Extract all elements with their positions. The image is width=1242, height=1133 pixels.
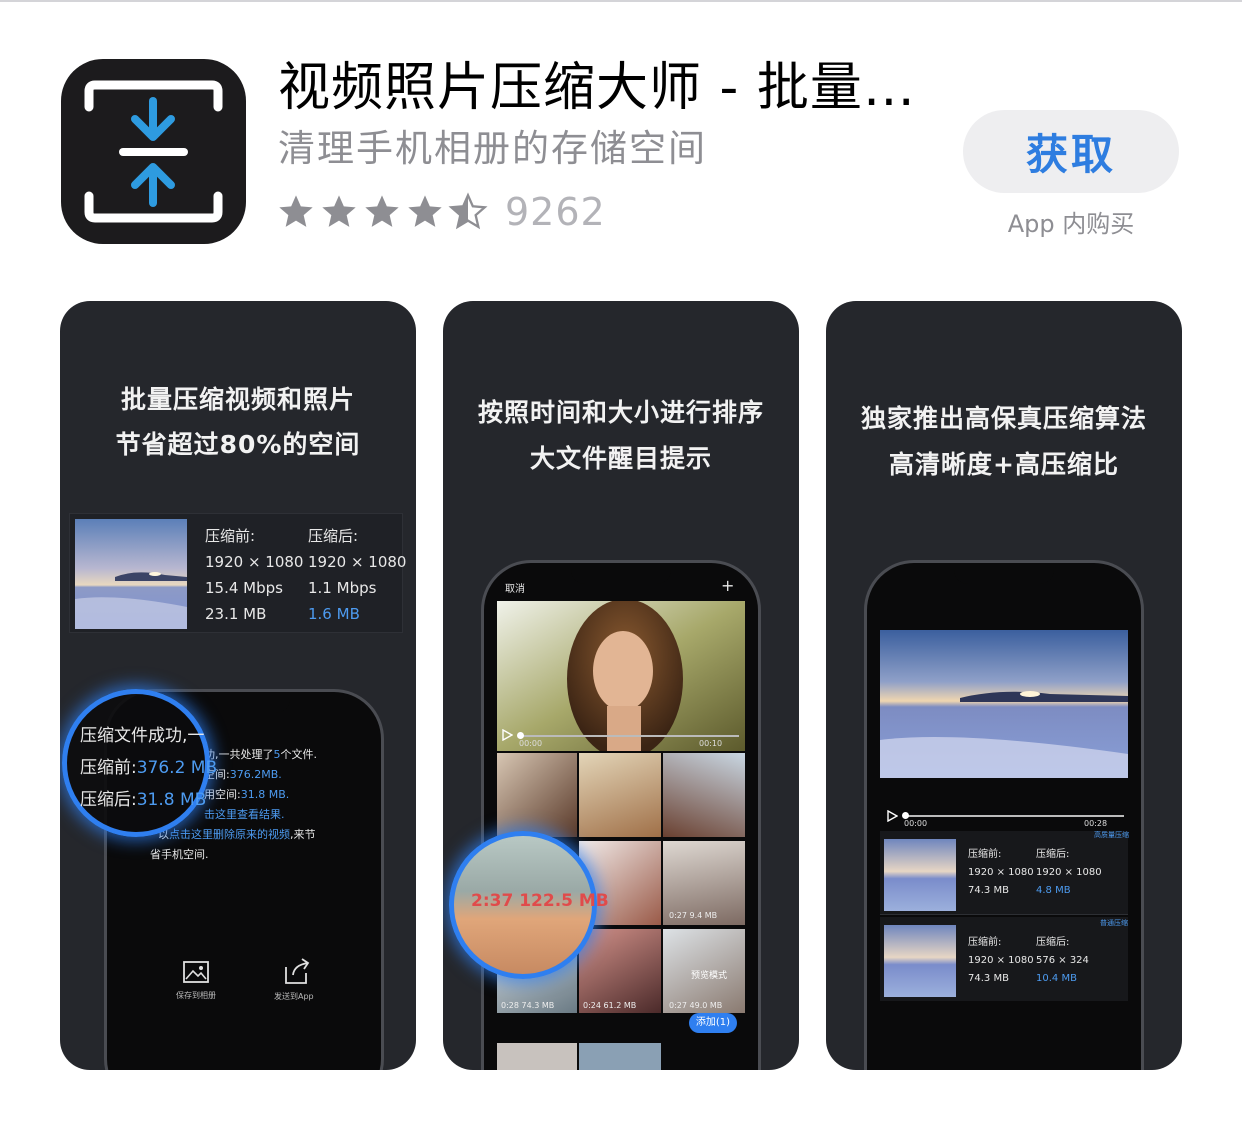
before-label: 压缩前: (205, 527, 256, 545)
after-size: 4.8 MB (1036, 885, 1071, 896)
before-bitrate: 15.4 Mbps (205, 579, 283, 597)
playback-handle[interactable] (902, 812, 909, 819)
large-file-highlight: 2:37 122.5 MB (471, 891, 609, 911)
video-preview[interactable] (497, 601, 745, 751)
caption-line-2: 节省超过80%的空间 (115, 430, 361, 459)
after-bitrate: 1.1 Mbps (308, 579, 377, 597)
share-icon[interactable] (282, 957, 312, 985)
result-line-1: 功,一共处理了5个文件. (204, 748, 317, 761)
time-end: 00:28 (1084, 819, 1108, 828)
preview-mode-toggle[interactable]: 预览模式 (691, 971, 727, 982)
after-label: 压缩后: (1036, 937, 1070, 948)
caption-line-1: 批量压缩视频和照片 (120, 385, 355, 414)
sunset-sea-thumbnail (75, 519, 187, 629)
quality-tag: 普通压缩 (1100, 919, 1128, 927)
caption-line-2: 高清晰度+高压缩比 (889, 450, 1119, 479)
top-divider (0, 0, 1242, 2)
app-subtitle: 清理手机相册的存储空间 (278, 127, 707, 170)
caption-line-1: 独家推出高保真压缩算法 (860, 404, 1147, 433)
time-start: 00:00 (904, 819, 928, 828)
grid-thumbnail[interactable] (579, 753, 661, 837)
sunset-sea-thumbnail (884, 839, 956, 911)
result-line-3: 用空间:31.8 MB. (204, 788, 290, 801)
grid-thumbnail[interactable] (497, 753, 577, 837)
grid-thumbnail[interactable] (579, 1043, 661, 1070)
screenshot-card-2[interactable]: 按照时间和大小进行排序 大文件醒目提示 取消 + 00:00 00:10 0:2… (443, 301, 799, 1070)
before-size: 74.3 MB (968, 885, 1009, 896)
star-icon (365, 195, 399, 227)
cell-duration-size: 0:27 49.0 MB (669, 1001, 723, 1010)
star-icon (408, 195, 442, 227)
view-result-link[interactable]: 击这里查看结果. (204, 806, 285, 824)
phone-notch (954, 564, 1054, 584)
get-button[interactable]: 获取 (963, 110, 1179, 193)
lens-after-line: 压缩后:31.8 MB (80, 790, 207, 810)
after-size: 10.4 MB (1036, 973, 1077, 984)
add-button[interactable]: + (721, 577, 734, 595)
after-size: 1.6 MB (308, 605, 360, 623)
before-label: 压缩前: (968, 849, 1002, 860)
quality-tag: 高质量压缩 (1094, 831, 1129, 839)
after-resolution: 1920 × 1080 (308, 553, 407, 571)
app-title: 视频照片压缩大师 - 批量… (278, 58, 916, 118)
time-start: 00:00 (519, 739, 543, 748)
before-resolution: 1920 × 1080 (968, 867, 1034, 878)
time-end: 00:10 (699, 739, 723, 748)
result-line-5: 以点击这里删除原来的视频,来节 (158, 828, 316, 841)
grid-thumbnail[interactable] (497, 1043, 577, 1070)
after-resolution: 576 × 324 (1036, 955, 1089, 966)
rating-count: 9262 (505, 190, 606, 234)
cell-duration-size: 0:24 61.2 MB (583, 1001, 637, 1010)
video-preview[interactable] (880, 630, 1128, 778)
save-to-album-label[interactable]: 保存到相册 (172, 991, 220, 1001)
phone-notch (571, 564, 671, 584)
before-size: 74.3 MB (968, 973, 1009, 984)
compress-arrows-icon (84, 80, 223, 223)
cell-duration-size: 0:27 9.4 MB (669, 911, 718, 920)
cancel-button[interactable]: 取消 (505, 581, 525, 599)
play-icon[interactable] (886, 810, 898, 822)
add-selected-button[interactable]: 添加(1) (689, 1013, 737, 1033)
after-label: 压缩后: (308, 527, 359, 545)
play-icon[interactable] (501, 729, 513, 741)
screenshot-card-1[interactable]: 批量压缩视频和照片 节省超过80%的空间 压缩前: 1920 × 1080 15… (60, 301, 416, 1070)
in-app-purchase-label: App 内购买 (1007, 210, 1135, 238)
rating-stars: 9262 (276, 190, 606, 234)
save-to-album-icon[interactable] (183, 961, 209, 985)
lens-success-text: 压缩文件成功,一 (80, 726, 205, 746)
app-icon[interactable] (61, 59, 246, 244)
delete-original-link[interactable]: 点击这里删除原来的视频 (169, 828, 290, 841)
star-icon (322, 195, 356, 227)
half-star-icon (448, 192, 488, 230)
cell-duration-size: 0:28 74.3 MB (501, 1001, 555, 1010)
grid-thumbnail[interactable] (663, 753, 745, 837)
lens-before-line: 压缩前:376.2 MB (80, 758, 218, 778)
playback-progress[interactable] (904, 815, 1124, 817)
send-to-app-label[interactable]: 发送到App (274, 992, 314, 1002)
result-line-6: 省手机空间. (150, 848, 209, 861)
before-label: 压缩前: (968, 937, 1002, 948)
after-label: 压缩后: (1036, 849, 1070, 860)
before-resolution: 1920 × 1080 (205, 553, 304, 571)
screenshot-card-3[interactable]: 独家推出高保真压缩算法 高清晰度+高压缩比 00:00 00:28 高质量压缩 … (826, 301, 1182, 1070)
after-resolution: 1920 × 1080 (1036, 867, 1102, 878)
before-size: 23.1 MB (205, 605, 267, 623)
playback-progress[interactable] (519, 735, 739, 737)
caption-line-2: 大文件醒目提示 (529, 444, 712, 473)
sunset-sea-thumbnail (884, 925, 956, 997)
before-resolution: 1920 × 1080 (968, 955, 1034, 966)
playback-handle[interactable] (517, 732, 524, 739)
star-icon (279, 195, 313, 227)
caption-line-1: 按照时间和大小进行排序 (477, 398, 764, 427)
phone-notch (200, 693, 290, 713)
